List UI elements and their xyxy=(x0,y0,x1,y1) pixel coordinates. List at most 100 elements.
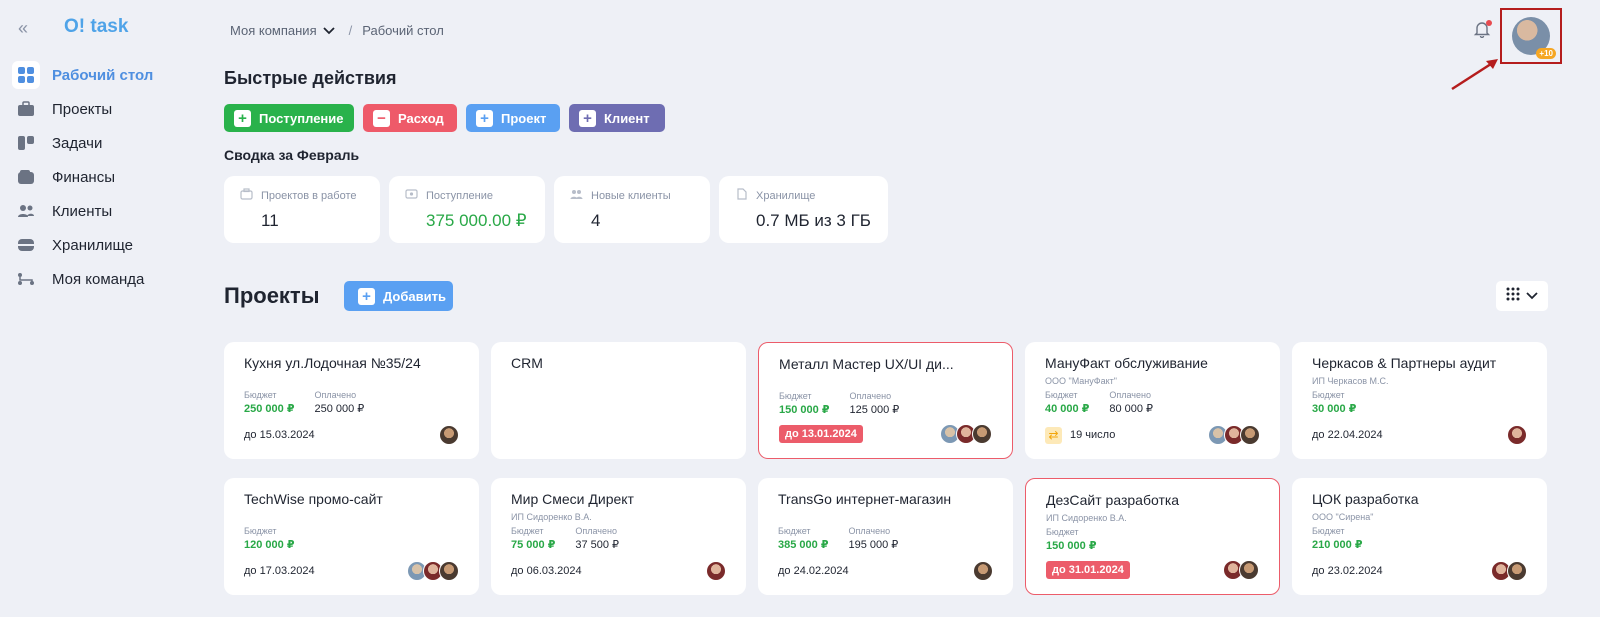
add-project-button[interactable]: + Добавить xyxy=(344,281,453,311)
quick-income-button[interactable]: + Поступление xyxy=(224,104,354,132)
budget-label: Бюджет xyxy=(511,526,544,536)
quick-project-button[interactable]: + Проект xyxy=(466,104,560,132)
card-footer: до 22.04.2024 xyxy=(1312,425,1527,445)
budget-value: 210 000 ₽ xyxy=(1312,539,1363,551)
button-label: Добавить xyxy=(383,288,446,304)
avatar[interactable] xyxy=(439,561,459,581)
assignee-avatars xyxy=(407,561,459,581)
briefcase-icon xyxy=(12,95,40,123)
sidebar-item-label: Проекты xyxy=(52,100,113,118)
sidebar-item-label: Задачи xyxy=(52,134,103,152)
budget-value: 40 000 ₽ xyxy=(1045,403,1090,415)
kanban-icon xyxy=(12,129,40,157)
budget-value: 75 000 ₽ xyxy=(511,539,556,551)
project-title: TechWise промо-сайт xyxy=(244,491,383,507)
project-finance: Бюджет 210 000 ₽ xyxy=(1312,526,1527,551)
avatar[interactable] xyxy=(972,424,992,444)
project-card[interactable]: Черкасов & Партнеры аудит ИП Черкасов М.С… xyxy=(1292,342,1547,459)
project-card[interactable]: Кухня ул.Лодочная №35/24 Бюджет 250 000 ₽ О… xyxy=(224,342,479,459)
project-finance: Бюджет 120 000 ₽ xyxy=(244,526,459,551)
paid-value: 125 000 ₽ xyxy=(849,404,900,416)
sidebar-item-label: Рабочий стол xyxy=(52,66,154,84)
team-tree-icon xyxy=(12,265,40,293)
project-finance: Бюджет 385 000 ₽ Оплачено 195 000 ₽ xyxy=(778,526,993,551)
recurring-payment: ⇄ 19 число xyxy=(1045,426,1115,444)
chevron-down-icon[interactable] xyxy=(322,23,335,38)
stat-label: Хранилище xyxy=(756,189,816,202)
plus-icon: + xyxy=(234,109,251,127)
company-selector[interactable]: Моя компания xyxy=(230,23,317,38)
sidebar-item-label: Моя команда xyxy=(52,270,145,288)
repeat-icon: ⇄ xyxy=(1045,426,1062,444)
assignee-avatars xyxy=(1223,560,1259,580)
avatar[interactable] xyxy=(1239,560,1259,580)
avatar-badge: +10 xyxy=(1536,48,1556,59)
paid-value: 37 500 ₽ xyxy=(575,539,620,551)
project-card[interactable]: TechWise промо-сайт Бюджет 120 000 ₽ до 17.… xyxy=(224,478,479,595)
stat-value: 4 xyxy=(591,211,601,230)
project-card[interactable]: TransGo интернет-магазин Бюджет 385 000 ₽ О… xyxy=(758,478,1013,595)
project-finance: Бюджет 250 000 ₽ Оплачено 250 000 ₽ xyxy=(244,390,459,415)
notifications-bell-icon[interactable] xyxy=(1473,20,1493,40)
project-card[interactable]: ЦОК разработка ООО "Сирена" Бюджет 210 000 … xyxy=(1292,478,1547,595)
budget-label: Бюджет xyxy=(244,390,277,400)
assignee-avatars xyxy=(1507,425,1527,445)
project-finance: Бюджет 40 000 ₽ Оплачено 80 000 ₽ xyxy=(1045,390,1260,415)
button-label: Расход xyxy=(398,110,444,126)
quick-client-button[interactable]: + Клиент xyxy=(569,104,665,132)
avatar[interactable] xyxy=(706,561,726,581)
sidebar-item-team[interactable]: Моя команда xyxy=(12,262,182,296)
avatar[interactable] xyxy=(1507,425,1527,445)
collapse-sidebar-icon[interactable]: « xyxy=(18,18,28,39)
sidebar-item-desktop[interactable]: Рабочий стол xyxy=(12,58,182,92)
assignee-avatars xyxy=(1208,425,1260,445)
budget-label: Бюджет xyxy=(1046,527,1079,537)
project-card[interactable]: ДезСайт разработка ИП Сидоренко В.А. Бюдже… xyxy=(1025,478,1280,595)
user-avatar-highlight[interactable]: +10 xyxy=(1500,8,1562,64)
budget-value: 150 000 ₽ xyxy=(779,404,830,416)
budget-value: 30 000 ₽ xyxy=(1312,403,1357,415)
project-client: ООО "Сирена" xyxy=(1312,512,1374,522)
project-card[interactable]: МануФакт обслуживание ООО "МануФакт" Бюдже… xyxy=(1025,342,1280,459)
app-logo[interactable]: O! task xyxy=(64,16,128,38)
project-finance: Бюджет 150 000 ₽ xyxy=(1046,527,1259,552)
avatar[interactable] xyxy=(1240,425,1260,445)
card-footer: до 13.01.2024 xyxy=(779,424,992,444)
avatar[interactable] xyxy=(439,425,459,445)
paid-label: Оплачено xyxy=(848,526,891,536)
project-card[interactable]: CRM xyxy=(491,342,746,459)
button-label: Поступление xyxy=(259,110,344,126)
project-card[interactable]: Мир Смеси Директ ИП Сидоренко В.А. Бюджет 7… xyxy=(491,478,746,595)
sidebar-item-finance[interactable]: Финансы xyxy=(12,160,182,194)
sidebar-item-clients[interactable]: Клиенты xyxy=(12,194,182,228)
budget-label: Бюджет xyxy=(244,526,277,536)
budget-value: 385 000 ₽ xyxy=(778,539,829,551)
quick-expense-button[interactable]: − Расход xyxy=(363,104,457,132)
project-client xyxy=(244,376,459,386)
project-title: Металл Мастер UX/UI ди... xyxy=(779,356,954,372)
sidebar-item-projects[interactable]: Проекты xyxy=(12,92,182,126)
budget-label: Бюджет xyxy=(779,391,812,401)
plus-icon: + xyxy=(476,109,493,127)
project-client xyxy=(244,512,459,522)
sidebar-item-tasks[interactable]: Задачи xyxy=(12,126,182,160)
avatar[interactable] xyxy=(1507,561,1527,581)
summary-title: Сводка за Февраль xyxy=(224,147,360,163)
assignee-avatars xyxy=(439,425,459,445)
card-footer: до 15.03.2024 xyxy=(244,425,459,445)
sidebar-item-storage[interactable]: Хранилище xyxy=(12,228,182,262)
button-label: Клиент xyxy=(604,110,650,126)
avatar[interactable] xyxy=(973,561,993,581)
view-mode-dropdown[interactable] xyxy=(1496,281,1548,311)
stat-storage: Хранилище 0.7 МБ из 3 ГБ xyxy=(719,176,888,243)
project-card[interactable]: Металл Мастер UX/UI ди... Бюджет 150 000 ₽… xyxy=(758,342,1013,459)
card-footer: до 17.03.2024 xyxy=(244,561,459,581)
user-avatar[interactable]: +10 xyxy=(1512,17,1556,59)
project-cards: Кухня ул.Лодочная №35/24 Бюджет 250 000 ₽ О… xyxy=(224,342,1547,595)
project-client: ИП Черкасов М.С. xyxy=(1312,376,1389,386)
summary-stats: Проектов в работе 11 Поступление 375 000… xyxy=(224,176,888,243)
paid-label: Оплачено xyxy=(575,526,617,536)
deadline: до 17.03.2024 xyxy=(244,565,315,577)
paid-value: 250 000 ₽ xyxy=(314,403,365,415)
budget-label: Бюджет xyxy=(1312,526,1345,536)
